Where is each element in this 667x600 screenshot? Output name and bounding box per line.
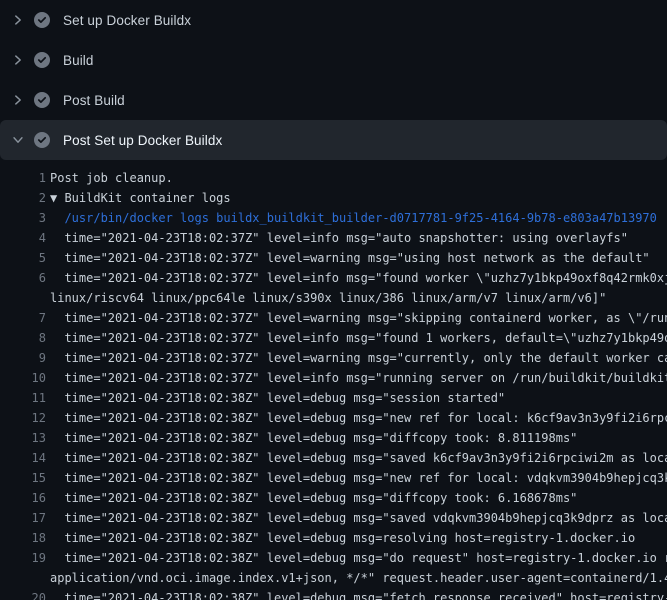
log-row: application/vnd.oci.image.index.v1+json,…: [0, 568, 667, 588]
step-row[interactable]: Build: [0, 40, 667, 80]
log-line-text: time="2021-04-23T18:02:38Z" level=debug …: [50, 528, 635, 548]
log-line-text: time="2021-04-23T18:02:38Z" level=debug …: [50, 588, 667, 600]
line-number[interactable]: 12: [0, 408, 46, 428]
log-row: 4 time="2021-04-23T18:02:37Z" level=info…: [0, 228, 667, 248]
log-row: 18 time="2021-04-23T18:02:38Z" level=deb…: [0, 528, 667, 548]
log-container: 1Post job cleanup.2▼ BuildKit container …: [0, 160, 667, 600]
log-row: 2▼ BuildKit container logs: [0, 188, 667, 208]
log-line-text: time="2021-04-23T18:02:38Z" level=debug …: [50, 428, 577, 448]
log-line-text: time="2021-04-23T18:02:38Z" level=debug …: [50, 508, 667, 528]
step-label: Build: [63, 53, 94, 68]
line-number[interactable]: 17: [0, 508, 46, 528]
chevron-down-icon[interactable]: [11, 133, 25, 147]
actions-log-viewer: Set up Docker Buildx Build Post Build Post …: [0, 0, 667, 600]
log-row: 16 time="2021-04-23T18:02:38Z" level=deb…: [0, 488, 667, 508]
check-circle-icon: [34, 92, 50, 108]
check-circle-icon: [34, 132, 50, 148]
line-number[interactable]: 14: [0, 448, 46, 468]
line-number[interactable]: 16: [0, 488, 46, 508]
line-number[interactable]: 1: [0, 168, 46, 188]
log-line-text: time="2021-04-23T18:02:38Z" level=debug …: [50, 468, 667, 488]
line-number[interactable]: 3: [0, 208, 46, 228]
line-number[interactable]: 7: [0, 308, 46, 328]
line-number[interactable]: 5: [0, 248, 46, 268]
log-line-text: application/vnd.oci.image.index.v1+json,…: [50, 568, 667, 588]
line-number[interactable]: 20: [0, 588, 46, 600]
line-number[interactable]: 6: [0, 268, 46, 288]
line-number[interactable]: 2: [0, 188, 46, 208]
step-row[interactable]: Post Set up Docker Buildx: [0, 120, 667, 160]
log-row: 10 time="2021-04-23T18:02:37Z" level=inf…: [0, 368, 667, 388]
log-row: 5 time="2021-04-23T18:02:37Z" level=warn…: [0, 248, 667, 268]
steps-list: Set up Docker Buildx Build Post Build Post …: [0, 0, 667, 160]
line-number[interactable]: 8: [0, 328, 46, 348]
log-line-text: time="2021-04-23T18:02:38Z" level=debug …: [50, 408, 667, 428]
log-line-text: Post job cleanup.: [50, 168, 173, 188]
log-row: linux/riscv64 linux/ppc64le linux/s390x …: [0, 288, 667, 308]
chevron-right-icon[interactable]: [11, 13, 25, 27]
line-number[interactable]: 9: [0, 348, 46, 368]
step-label: Post Set up Docker Buildx: [63, 133, 222, 148]
log-line-text: time="2021-04-23T18:02:37Z" level=warnin…: [50, 348, 667, 368]
check-circle-icon: [34, 52, 50, 68]
log-line-text: time="2021-04-23T18:02:38Z" level=debug …: [50, 548, 667, 568]
log-line-text: time="2021-04-23T18:02:37Z" level=warnin…: [50, 248, 650, 268]
log-command-text: /usr/bin/docker logs buildx_buildkit_bui…: [50, 208, 657, 228]
line-number[interactable]: 19: [0, 548, 46, 568]
line-number[interactable]: 15: [0, 468, 46, 488]
log-row: 6 time="2021-04-23T18:02:37Z" level=info…: [0, 268, 667, 288]
log-row: 20 time="2021-04-23T18:02:38Z" level=deb…: [0, 588, 667, 600]
log-row: 9 time="2021-04-23T18:02:37Z" level=warn…: [0, 348, 667, 368]
line-number: [0, 288, 46, 308]
line-number[interactable]: 18: [0, 528, 46, 548]
line-number[interactable]: 11: [0, 388, 46, 408]
log-line-text: linux/riscv64 linux/ppc64le linux/s390x …: [50, 288, 606, 308]
log-row: 13 time="2021-04-23T18:02:38Z" level=deb…: [0, 428, 667, 448]
log-line-text: time="2021-04-23T18:02:37Z" level=warnin…: [50, 308, 667, 328]
log-row: 19 time="2021-04-23T18:02:38Z" level=deb…: [0, 548, 667, 568]
log-row: 15 time="2021-04-23T18:02:38Z" level=deb…: [0, 468, 667, 488]
log-row: 7 time="2021-04-23T18:02:37Z" level=warn…: [0, 308, 667, 328]
step-label: Set up Docker Buildx: [63, 13, 191, 28]
line-number[interactable]: 13: [0, 428, 46, 448]
chevron-right-icon[interactable]: [11, 53, 25, 67]
log-row: 1Post job cleanup.: [0, 168, 667, 188]
check-circle-icon: [34, 12, 50, 28]
log-line-text: time="2021-04-23T18:02:38Z" level=debug …: [50, 448, 667, 468]
log-row: 8 time="2021-04-23T18:02:37Z" level=info…: [0, 328, 667, 348]
line-number[interactable]: 10: [0, 368, 46, 388]
log-row: 17 time="2021-04-23T18:02:38Z" level=deb…: [0, 508, 667, 528]
log-group-header[interactable]: ▼ BuildKit container logs: [50, 188, 231, 208]
log-line-text: time="2021-04-23T18:02:37Z" level=info m…: [50, 228, 628, 248]
log-row: 11 time="2021-04-23T18:02:38Z" level=deb…: [0, 388, 667, 408]
line-number[interactable]: 4: [0, 228, 46, 248]
log-row: 12 time="2021-04-23T18:02:38Z" level=deb…: [0, 408, 667, 428]
step-label: Post Build: [63, 93, 125, 108]
log-line-text: time="2021-04-23T18:02:37Z" level=info m…: [50, 328, 667, 348]
log-row: 3 /usr/bin/docker logs buildx_buildkit_b…: [0, 208, 667, 228]
log-line-text: time="2021-04-23T18:02:38Z" level=debug …: [50, 488, 577, 508]
step-row[interactable]: Set up Docker Buildx: [0, 0, 667, 40]
log-line-text: time="2021-04-23T18:02:37Z" level=info m…: [50, 268, 667, 288]
log-row: 14 time="2021-04-23T18:02:38Z" level=deb…: [0, 448, 667, 468]
log-line-text: time="2021-04-23T18:02:38Z" level=debug …: [50, 388, 505, 408]
step-row[interactable]: Post Build: [0, 80, 667, 120]
chevron-right-icon[interactable]: [11, 93, 25, 107]
log-line-text: time="2021-04-23T18:02:37Z" level=info m…: [50, 368, 667, 388]
line-number: [0, 568, 46, 588]
